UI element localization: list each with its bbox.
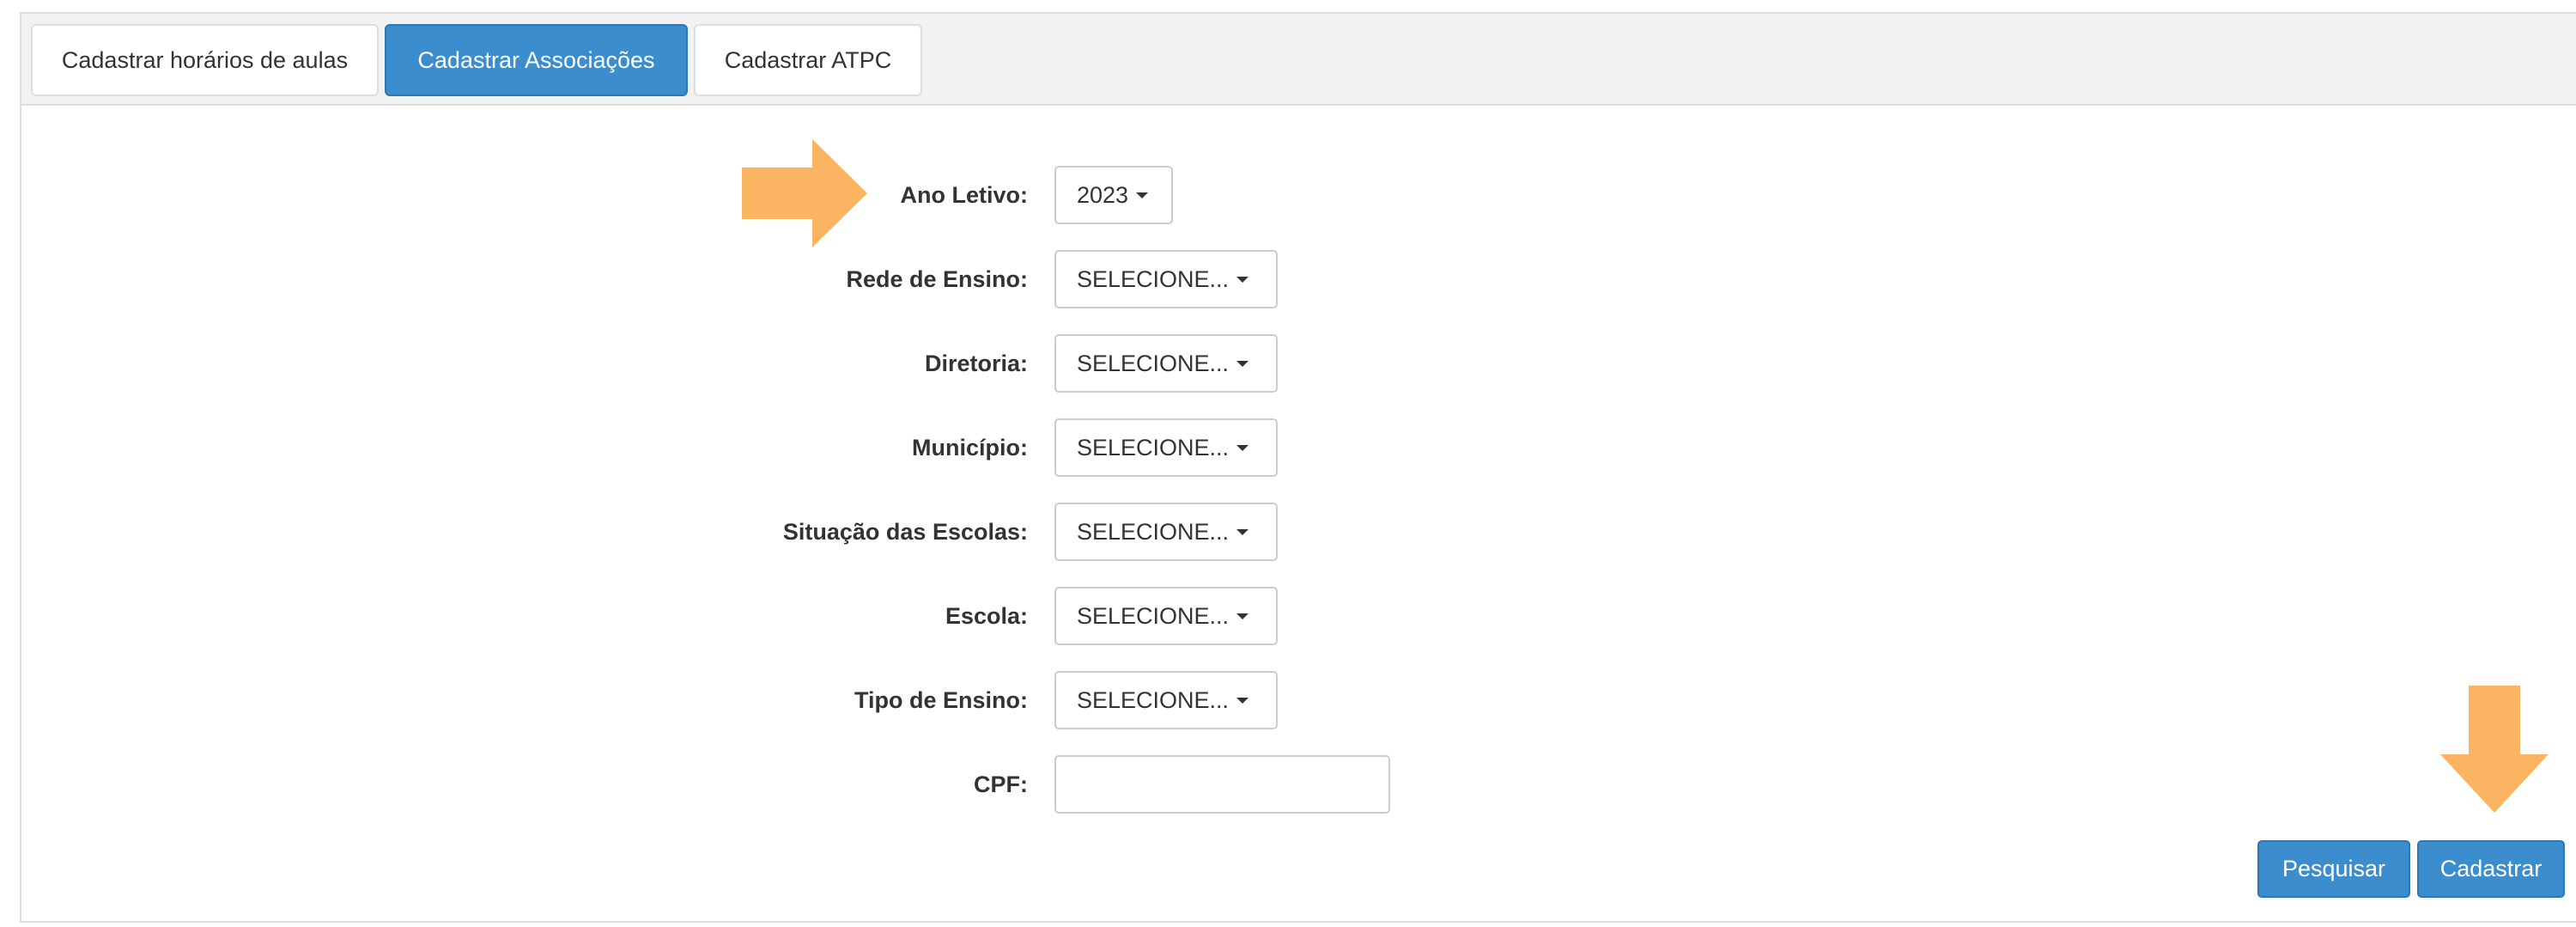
label-municipio: Município: (912, 435, 1028, 460)
caret-down-icon (1236, 360, 1249, 367)
caret-down-icon (1236, 444, 1249, 451)
arrow-down-icon (2440, 686, 2549, 813)
tipo-ensino-dropdown[interactable]: SELECIONE... (1054, 671, 1278, 729)
rede-ensino-dropdown[interactable]: SELECIONE... (1054, 250, 1278, 308)
label-situacao-escolas: Situação das Escolas: (782, 519, 1028, 545)
label-escola: Escola: (945, 603, 1028, 629)
search-button[interactable]: Pesquisar (2257, 840, 2410, 898)
rede-ensino-value: SELECIONE... (1077, 265, 1230, 292)
tab-cadastrar-horarios[interactable]: Cadastrar horários de aulas (31, 24, 379, 96)
label-diretoria: Diretoria: (924, 351, 1028, 376)
label-rede-ensino: Rede de Ensino: (846, 266, 1028, 292)
situacao-escolas-value: SELECIONE... (1077, 518, 1230, 545)
ano-letivo-dropdown[interactable]: 2023 (1054, 166, 1173, 224)
tab-bar: Cadastrar horários de aulas Cadastrar As… (21, 14, 2576, 106)
tab-cadastrar-associacoes[interactable]: Cadastrar Associações (385, 24, 688, 96)
caret-down-icon (1236, 697, 1249, 704)
caret-down-icon (1136, 192, 1149, 198)
caret-down-icon (1236, 528, 1249, 535)
escola-value: SELECIONE... (1077, 602, 1230, 629)
municipio-value: SELECIONE... (1077, 434, 1230, 460)
tab-cadastrar-atpc[interactable]: Cadastrar ATPC (694, 24, 922, 96)
caret-down-icon (1236, 613, 1249, 619)
label-tipo-ensino: Tipo de Ensino: (854, 687, 1028, 713)
register-button[interactable]: Cadastrar (2417, 840, 2565, 898)
tipo-ensino-value: SELECIONE... (1077, 686, 1230, 713)
arrow-right-icon (742, 139, 867, 247)
escola-dropdown[interactable]: SELECIONE... (1054, 587, 1278, 645)
label-cpf: CPF: (974, 771, 1028, 797)
situacao-escolas-dropdown[interactable]: SELECIONE... (1054, 503, 1278, 561)
caret-down-icon (1236, 276, 1249, 283)
municipio-dropdown[interactable]: SELECIONE... (1054, 418, 1278, 477)
cpf-input[interactable] (1054, 755, 1390, 814)
diretoria-value: SELECIONE... (1077, 350, 1230, 376)
ano-letivo-value: 2023 (1077, 181, 1129, 208)
diretoria-dropdown[interactable]: SELECIONE... (1054, 334, 1278, 393)
